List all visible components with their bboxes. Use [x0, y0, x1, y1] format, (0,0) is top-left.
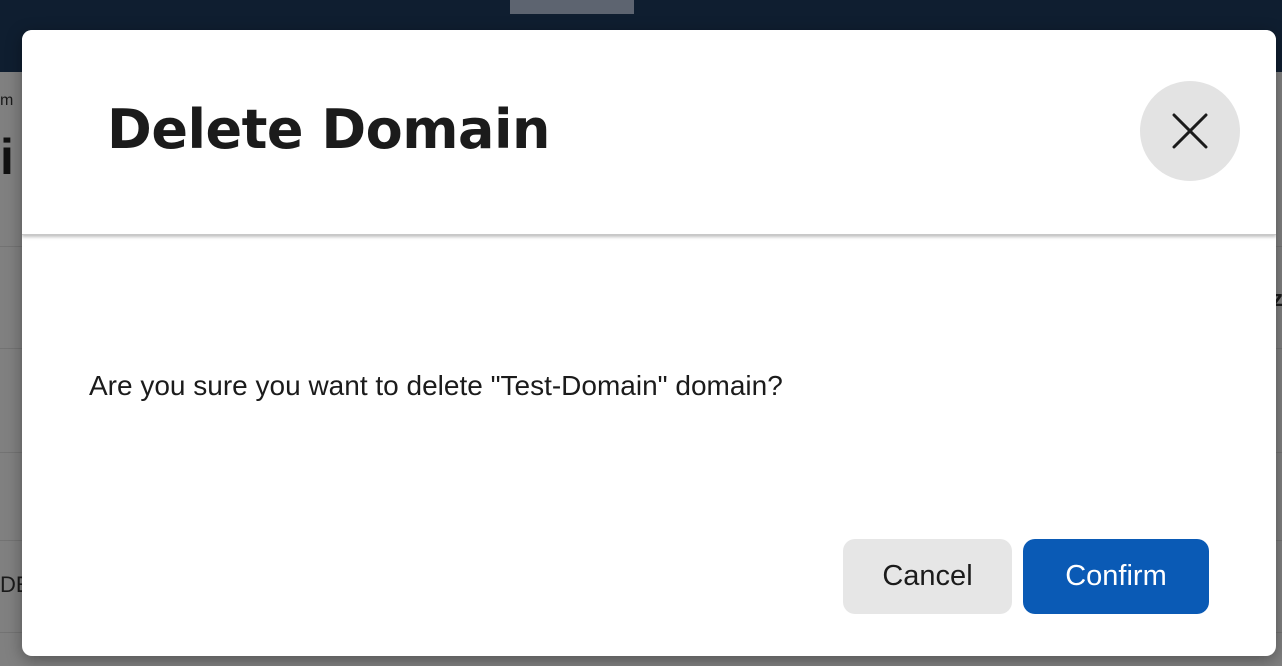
background-breadcrumb: m	[0, 92, 14, 109]
dialog-message: Are you sure you want to delete "Test-Do…	[89, 370, 783, 401]
app-top-bar-active-tab	[510, 0, 634, 14]
dialog-header: Delete Domain	[22, 30, 1276, 235]
app-screen: m i DE z Delete Domain Are you sure you …	[0, 0, 1282, 666]
confirm-button[interactable]: Confirm	[1023, 539, 1209, 614]
cancel-button[interactable]: Cancel	[843, 539, 1012, 614]
dialog-title: Delete Domain	[107, 98, 550, 161]
close-button[interactable]	[1140, 81, 1240, 181]
close-icon	[1170, 111, 1210, 151]
delete-domain-dialog: Delete Domain Are you sure you want to d…	[22, 30, 1276, 656]
background-page-title: i	[0, 129, 14, 185]
